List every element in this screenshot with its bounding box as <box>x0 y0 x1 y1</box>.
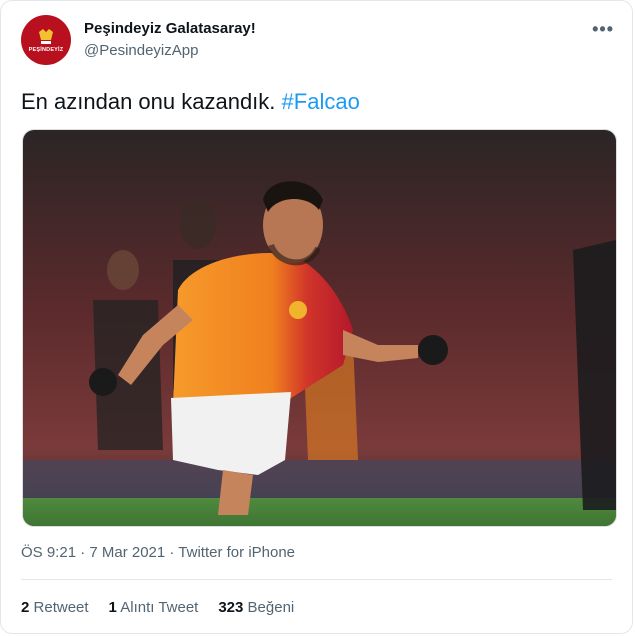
club-logo-icon <box>39 28 53 44</box>
more-options-icon[interactable]: ••• <box>592 19 614 40</box>
quote-label: Alıntı Tweet <box>120 599 199 616</box>
tweet-text: En azından onu kazandık. #Falcao <box>21 89 360 115</box>
author-handle[interactable]: @PesindeyizApp <box>84 42 198 59</box>
quotes-stat[interactable]: 1 Alıntı Tweet <box>109 599 199 616</box>
photo-illustration <box>23 130 616 526</box>
hashtag-link[interactable]: #Falcao <box>282 89 360 114</box>
like-count: 323 <box>218 599 244 616</box>
tweet-timestamp[interactable]: ÖS 9:21 · 7 Mar 2021 · Twitter for iPhon… <box>21 544 295 561</box>
avatar-text: PEŞİNDEYİZ <box>28 46 64 53</box>
tweet-card: PEŞİNDEYİZ Peşindeyiz Galatasaray! @Pesi… <box>0 0 633 634</box>
retweet-label: Retweet <box>33 599 89 616</box>
retweet-count: 2 <box>21 599 30 616</box>
divider <box>21 579 612 580</box>
engagement-stats: 2 Retweet 1 Alıntı Tweet 323 Beğeni <box>21 599 294 616</box>
avatar[interactable]: PEŞİNDEYİZ <box>21 15 71 65</box>
likes-stat[interactable]: 323 Beğeni <box>218 599 294 616</box>
retweets-stat[interactable]: 2 Retweet <box>21 599 89 616</box>
tweet-text-main: En azından onu kazandık. <box>21 89 282 114</box>
author-name[interactable]: Peşindeyiz Galatasaray! <box>84 20 256 37</box>
like-label: Beğeni <box>247 599 295 616</box>
tweet-photo[interactable] <box>22 129 617 527</box>
quote-count: 1 <box>108 599 117 616</box>
